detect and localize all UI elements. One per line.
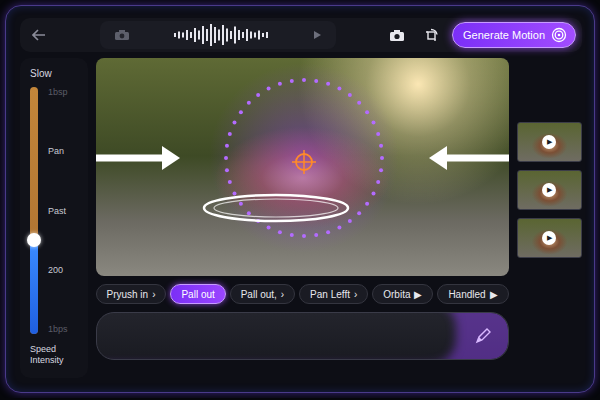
- spiral-icon: [551, 27, 567, 43]
- camera-icon: [389, 29, 405, 42]
- preset-label: Pan Lefft: [310, 289, 350, 300]
- play-icon: ▶: [542, 135, 556, 149]
- chevron-icon: ›: [281, 289, 284, 300]
- media-bar: [100, 21, 336, 49]
- chevron-icon: ▶: [414, 289, 422, 300]
- slider-tick: Past: [48, 206, 68, 216]
- preset-chip[interactable]: Pryush in ›: [96, 284, 167, 304]
- preset-chip[interactable]: Pall out, ›: [230, 284, 295, 304]
- video-thumbnail[interactable]: ▶: [517, 218, 582, 258]
- play-icon: ▶: [542, 231, 556, 245]
- prompt-field[interactable]: [96, 312, 509, 360]
- slider-thumb[interactable]: [27, 233, 41, 247]
- preset-chip[interactable]: Pan Lefft ›: [299, 284, 368, 304]
- chevron-icon: ▶: [490, 289, 498, 300]
- back-button[interactable]: [26, 22, 52, 48]
- motion-presets: Pryush in › Pall out Pall out, › Pan Lefft › Or…: [96, 284, 509, 304]
- video-thumbnail[interactable]: ▶: [517, 170, 582, 210]
- snapshot-button[interactable]: [384, 22, 410, 48]
- camera-icon[interactable]: [114, 29, 130, 41]
- crop-rotate-icon: [424, 28, 439, 43]
- preset-chip[interactable]: Handled ▶: [437, 284, 508, 304]
- editor: Pryush in › Pall out Pall out, › Pan Lefft › Or…: [96, 58, 509, 392]
- workspace: Slow 1bsp Pan Past 200 1bps Speed Intensity Pry…: [20, 58, 582, 392]
- slider-tick: Pan: [48, 146, 68, 156]
- slider-fill: [30, 240, 38, 334]
- preset-label: Handled: [448, 289, 485, 300]
- preset-label: Pall out,: [241, 289, 277, 300]
- video-thumbnail[interactable]: ▶: [517, 122, 582, 162]
- preview-image: [96, 58, 509, 276]
- slider-tick: 200: [48, 265, 68, 275]
- preset-chip[interactable]: Orbita ▶: [372, 284, 433, 304]
- play-icon[interactable]: [312, 30, 322, 40]
- preset-label: Pall out: [181, 289, 214, 300]
- slider-track[interactable]: [30, 87, 38, 334]
- chevron-icon: ›: [152, 289, 155, 300]
- generate-label: Generate Motion: [463, 29, 545, 41]
- slider-top-label: Slow: [30, 68, 82, 79]
- crop-button[interactable]: [418, 22, 444, 48]
- preset-label: Orbita: [383, 289, 410, 300]
- app-window: Generate Motion Slow 1bsp Pan Past 200 1bps Spe…: [5, 5, 595, 393]
- pencil-icon[interactable]: [474, 327, 492, 345]
- slider-caption: Speed Intensity: [30, 344, 82, 366]
- toolbar: Generate Motion: [20, 18, 582, 52]
- preset-chip[interactable]: Pall out: [170, 284, 225, 304]
- waveform: [173, 23, 269, 47]
- slider-tick: 1bsp: [48, 87, 68, 97]
- generate-motion-button[interactable]: Generate Motion: [452, 22, 576, 48]
- chevron-icon: ›: [354, 289, 357, 300]
- motion-overlay: [96, 58, 509, 276]
- back-arrow-icon: [32, 29, 46, 41]
- slider-ticks: 1bsp Pan Past 200 1bps: [48, 87, 68, 334]
- speed-slider: 1bsp Pan Past 200 1bps: [30, 85, 82, 336]
- speed-panel: Slow 1bsp Pan Past 200 1bps Speed Intensity: [20, 58, 88, 378]
- thumbnail-list: ▶ ▶ ▶: [517, 58, 582, 392]
- slider-tick: 1bps: [48, 324, 68, 334]
- play-icon: ▶: [542, 183, 556, 197]
- preset-label: Pryush in: [106, 289, 148, 300]
